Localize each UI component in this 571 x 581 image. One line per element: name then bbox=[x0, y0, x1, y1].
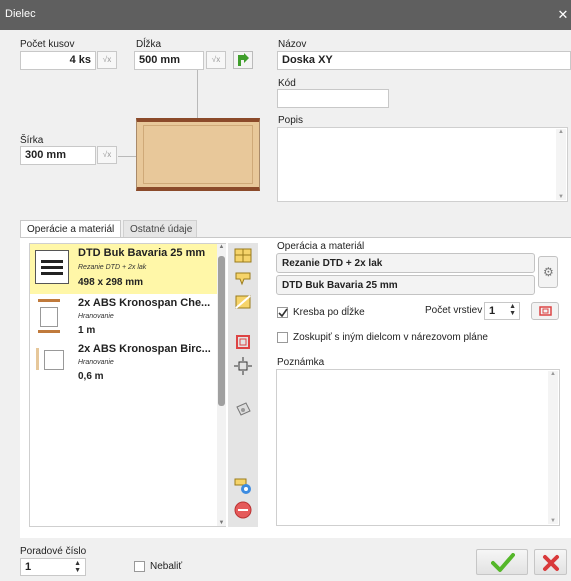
cutting-icon[interactable] bbox=[234, 247, 252, 265]
operations-list: DTD Buk Bavaria 25 mm Rezanie DTD + 2x l… bbox=[29, 243, 226, 527]
check-icon bbox=[278, 308, 288, 318]
popis-textarea[interactable]: ▲ ▼ bbox=[277, 127, 568, 202]
sqrt-icon: √x bbox=[211, 55, 221, 64]
operations-toolbar bbox=[228, 243, 258, 527]
pocet-kusov-calc-button[interactable]: √x bbox=[97, 51, 117, 69]
board-thumb-icon bbox=[35, 250, 69, 284]
board-face bbox=[143, 125, 253, 184]
item-subtitle: Rezanie DTD + 2x lak bbox=[78, 264, 147, 271]
item-value: 1 m bbox=[78, 325, 96, 336]
title-bar: Dielec ✕ bbox=[0, 0, 571, 30]
item-subtitle: Hranovanie bbox=[78, 313, 114, 320]
item-title: 2x ABS Kronospan Che... bbox=[78, 297, 211, 309]
popis-scrollbar[interactable]: ▲ ▼ bbox=[556, 129, 566, 200]
board-preview bbox=[136, 118, 260, 191]
layer-red-button[interactable] bbox=[531, 302, 559, 320]
scroll-up-icon[interactable]: ▲ bbox=[217, 244, 226, 250]
window-title: Dielec bbox=[5, 8, 36, 20]
close-icon[interactable]: ✕ bbox=[555, 7, 571, 23]
poradove-label: Poradové číslo bbox=[20, 546, 87, 557]
dlzka-input[interactable]: 500 mm bbox=[134, 51, 204, 70]
sirka-input[interactable]: 300 mm bbox=[20, 146, 96, 165]
spinner-icon[interactable]: ▲ ▼ bbox=[74, 560, 81, 574]
frame-red-icon bbox=[539, 306, 552, 316]
sirka-calc-button[interactable]: √x bbox=[97, 146, 117, 164]
poradove-input[interactable]: 1 ▲ ▼ bbox=[20, 558, 86, 576]
list-item[interactable]: 2x ABS Kronospan Che... Hranovanie 1 m bbox=[30, 294, 217, 340]
kod-label: Kód bbox=[278, 78, 296, 89]
cancel-button[interactable] bbox=[534, 549, 567, 575]
item-subtitle: Hranovanie bbox=[78, 359, 114, 366]
operations-scrollbar[interactable]: ▲ ▼ bbox=[217, 244, 226, 526]
pocet-kusov-input[interactable]: 4 ks bbox=[20, 51, 96, 70]
kresba-label: Kresba po dĺžke bbox=[293, 307, 365, 318]
scroll-down-icon[interactable]: ▼ bbox=[548, 518, 558, 524]
dlzka-label: Dĺžka bbox=[136, 39, 162, 50]
scroll-thumb[interactable] bbox=[218, 256, 225, 406]
scroll-down-icon[interactable]: ▼ bbox=[217, 520, 226, 526]
pocet-vrstiev-input[interactable]: 1 ▲ ▼ bbox=[484, 302, 520, 320]
green-arrow-icon bbox=[238, 53, 249, 66]
move-icon[interactable] bbox=[234, 357, 252, 375]
nazov-label: Názov bbox=[278, 39, 307, 50]
item-title: 2x ABS Kronospan Birc... bbox=[78, 343, 211, 355]
sirka-label: Šírka bbox=[20, 135, 44, 146]
dim-line bbox=[118, 156, 136, 157]
remove-icon[interactable] bbox=[234, 501, 252, 519]
surface-icon[interactable] bbox=[234, 293, 252, 311]
nebalit-label: Nebaliť bbox=[150, 561, 183, 572]
tab-operacie[interactable]: Operácie a materiál bbox=[20, 220, 121, 238]
tab-ostatne[interactable]: Ostatné údaje bbox=[123, 220, 197, 238]
poznamka-textarea[interactable]: ▲ ▼ bbox=[276, 369, 560, 526]
drill-icon[interactable] bbox=[234, 401, 252, 419]
operation-select[interactable]: Rezanie DTD + 2x lak bbox=[276, 253, 535, 273]
kod-input[interactable] bbox=[277, 89, 389, 108]
checkmark-icon bbox=[491, 553, 515, 572]
cancel-x-icon bbox=[543, 555, 559, 571]
pocet-kusov-label: Počet kusov bbox=[20, 39, 75, 50]
operacia-label: Operácia a materiál bbox=[277, 241, 365, 252]
sqrt-icon: √x bbox=[102, 150, 112, 159]
poznamka-scrollbar[interactable]: ▲ ▼ bbox=[548, 371, 558, 524]
nazov-input[interactable]: Doska XY bbox=[277, 51, 571, 70]
item-value: 498 x 298 mm bbox=[78, 277, 144, 288]
poradove-value: 1 bbox=[25, 561, 32, 573]
gear-icon: ⚙ bbox=[543, 265, 554, 279]
nebalit-checkbox[interactable] bbox=[134, 561, 145, 572]
edge-thumb-icon bbox=[36, 348, 64, 370]
scroll-up-icon[interactable]: ▲ bbox=[548, 371, 558, 377]
zoskupit-label: Zoskupiť s iným dielcom v nárezovom plán… bbox=[293, 332, 488, 343]
dim-line bbox=[197, 70, 198, 118]
popis-label: Popis bbox=[278, 115, 304, 126]
frame-red-icon[interactable] bbox=[234, 333, 252, 351]
material-settings-button[interactable]: ⚙ bbox=[538, 256, 558, 288]
pocet-vrstiev-label: Počet vrstiev bbox=[425, 305, 483, 316]
scroll-down-icon[interactable]: ▼ bbox=[556, 194, 566, 200]
item-value: 0,6 m bbox=[78, 371, 104, 382]
spinner-icon[interactable]: ▲ ▼ bbox=[509, 303, 516, 317]
list-item[interactable]: 2x ABS Kronospan Birc... Hranovanie 0,6 … bbox=[30, 340, 217, 386]
settings-add-icon[interactable] bbox=[234, 477, 252, 495]
ok-button[interactable] bbox=[476, 549, 528, 575]
sqrt-icon: √x bbox=[102, 55, 112, 64]
edge-banding-icon[interactable] bbox=[234, 269, 252, 287]
rotate-button[interactable] bbox=[233, 51, 253, 69]
dlzka-calc-button[interactable]: √x bbox=[206, 51, 226, 69]
list-item[interactable]: DTD Buk Bavaria 25 mm Rezanie DTD + 2x l… bbox=[30, 244, 217, 294]
kresba-checkbox[interactable] bbox=[277, 307, 288, 318]
scroll-up-icon[interactable]: ▲ bbox=[556, 129, 566, 135]
material-select[interactable]: DTD Buk Bavaria 25 mm bbox=[276, 275, 535, 295]
item-title: DTD Buk Bavaria 25 mm bbox=[78, 247, 206, 259]
zoskupit-checkbox[interactable] bbox=[277, 332, 288, 343]
pocet-vrstiev-value: 1 bbox=[489, 305, 496, 317]
edge-thumb-icon bbox=[38, 299, 60, 333]
poznamka-label: Poznámka bbox=[277, 357, 325, 368]
